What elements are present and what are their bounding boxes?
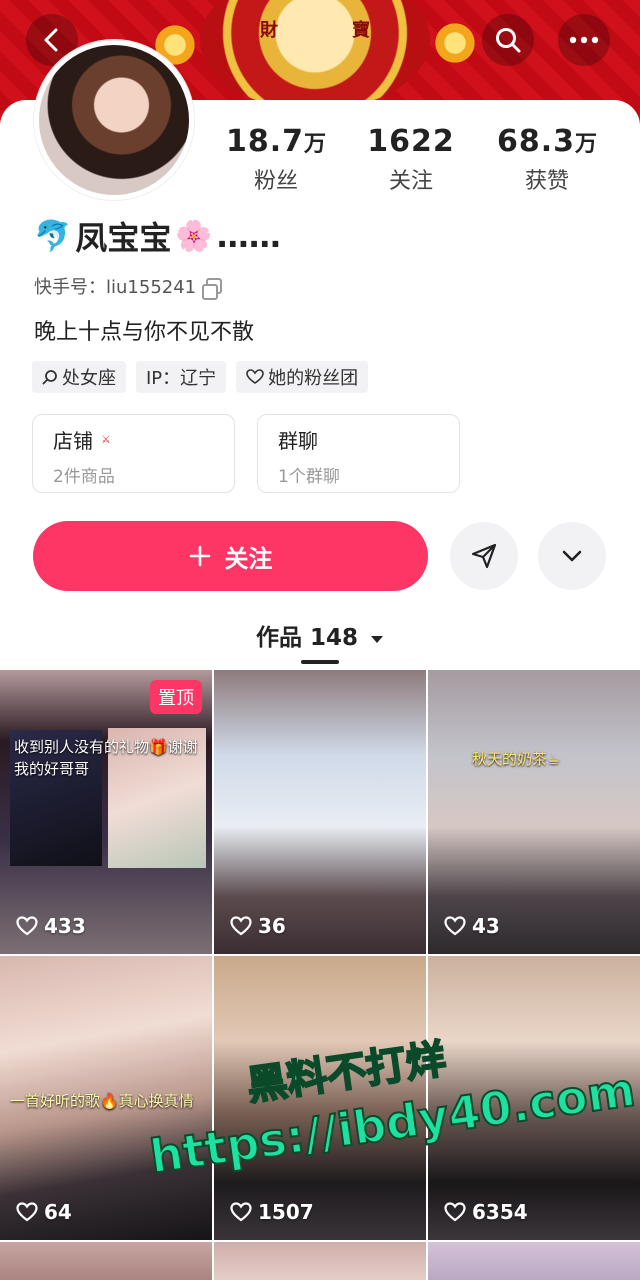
search-icon xyxy=(496,28,521,53)
tag-fan-club[interactable]: 她的粉丝团 xyxy=(236,361,369,393)
shop-mark-icon: ⚔ xyxy=(101,433,111,446)
like-count: 433 xyxy=(16,914,86,938)
heart-icon xyxy=(16,1202,38,1222)
video-thumbnail[interactable] xyxy=(0,1242,212,1280)
follow-label: 关注 xyxy=(224,544,273,573)
video-thumbnail[interactable]: 36 xyxy=(214,670,426,954)
like-count: 36 xyxy=(230,914,286,938)
like-count: 1507 xyxy=(230,1200,314,1224)
stat-label: 获赞 xyxy=(524,169,569,194)
share-button[interactable] xyxy=(450,522,518,590)
video-caption: 秋天的奶茶☕ xyxy=(472,750,561,768)
stat-value: 1622 xyxy=(367,124,455,159)
heart-icon xyxy=(230,916,252,936)
like-count: 64 xyxy=(16,1200,72,1224)
card-title: 群聊 xyxy=(278,429,318,453)
more-dots-icon xyxy=(569,36,599,44)
like-count-value: 36 xyxy=(258,914,286,938)
tab-indicator xyxy=(301,660,339,664)
like-count-value: 6354 xyxy=(472,1200,528,1224)
chevron-left-icon xyxy=(44,28,58,52)
expand-button[interactable] xyxy=(538,522,606,590)
tag-zodiac: 处女座 xyxy=(32,361,126,393)
heart-icon xyxy=(16,916,38,936)
user-id: 快手号：liu155241 xyxy=(34,277,197,298)
flower-icon: 🌸 xyxy=(175,218,213,254)
video-thumbnail[interactable]: 置顶 收到别人没有的礼物🎁谢谢 我的好哥哥 433 xyxy=(0,670,212,954)
video-caption: 收到别人没有的礼物🎁谢谢 xyxy=(14,738,198,756)
like-count-value: 43 xyxy=(472,914,500,938)
send-icon xyxy=(471,543,497,569)
pinned-badge: 置顶 xyxy=(150,680,202,714)
tag-label: 处女座 xyxy=(62,368,116,389)
profile-tags: 处女座 IP：辽宁 她的粉丝团 xyxy=(32,361,369,393)
banner-char-right: 寶 xyxy=(352,20,370,41)
works-tab-label: 作品 148 xyxy=(255,625,358,651)
stat-likes[interactable]: 68.3万 获赞 xyxy=(487,124,607,195)
heart-icon xyxy=(230,1202,252,1222)
profile-name: 凤宝宝 xyxy=(75,219,172,257)
more-button[interactable] xyxy=(558,14,610,66)
like-count: 43 xyxy=(444,914,500,938)
copy-icon[interactable] xyxy=(202,278,223,300)
like-count-value: 1507 xyxy=(258,1200,314,1224)
profile-bio: 晚上十点与你不见不散 xyxy=(34,320,255,345)
banner-flower xyxy=(430,18,480,68)
stat-following[interactable]: 1622 关注 xyxy=(351,124,471,195)
search-button[interactable] xyxy=(482,14,534,66)
banner-medallion: 財 寶 xyxy=(200,0,430,110)
tag-ip: IP：辽宁 xyxy=(136,361,227,393)
dolphin-icon: 🐬 xyxy=(34,218,72,254)
like-count-value: 64 xyxy=(44,1200,72,1224)
profile-cards: 店铺 ⚔ 2件商品 群聊 1个群聊 xyxy=(32,414,460,493)
like-count-value: 433 xyxy=(44,914,86,938)
video-thumbnail[interactable]: 秋天的奶茶☕ 43 xyxy=(428,670,640,954)
stat-value: 18.7 xyxy=(225,124,304,159)
card-subtitle: 1个群聊 xyxy=(278,467,340,487)
stat-unit: 万 xyxy=(304,132,327,157)
stat-label: 关注 xyxy=(388,169,433,194)
user-id-row: 快手号：liu155241 xyxy=(34,273,223,300)
caret-down-icon xyxy=(371,636,384,643)
video-thumbnail[interactable] xyxy=(428,1242,640,1280)
card-subtitle: 2件商品 xyxy=(53,467,115,487)
avatar[interactable] xyxy=(34,40,194,200)
profile-name-suffix: …… xyxy=(216,217,281,255)
video-thumbnail[interactable] xyxy=(214,1242,426,1280)
like-count: 6354 xyxy=(444,1200,528,1224)
video-caption: 一首好听的歌🔥真心换真情 xyxy=(10,1092,194,1110)
tag-label: IP：辽宁 xyxy=(146,368,217,389)
chevron-down-icon xyxy=(562,550,582,562)
heart-icon xyxy=(444,916,466,936)
follow-button[interactable]: 关注 xyxy=(33,521,428,591)
stat-fans[interactable]: 18.7万 粉丝 xyxy=(216,124,336,195)
heart-icon xyxy=(246,369,264,384)
stat-value: 68.3 xyxy=(496,124,575,159)
stat-unit: 万 xyxy=(575,132,598,157)
video-caption: 我的好哥哥 xyxy=(14,760,90,778)
video-grid: 置顶 收到别人没有的礼物🎁谢谢 我的好哥哥 433 36 秋天的奶茶☕ 43 一… xyxy=(0,670,640,1280)
plus-icon xyxy=(189,545,210,567)
banner-char-left: 財 xyxy=(260,20,278,41)
card-title: 店铺 xyxy=(53,429,93,453)
heart-icon xyxy=(444,1202,466,1222)
group-chat-card[interactable]: 群聊 1个群聊 xyxy=(257,414,460,493)
tag-label: 她的粉丝团 xyxy=(268,368,359,389)
shop-card[interactable]: 店铺 ⚔ 2件商品 xyxy=(32,414,235,493)
search-icon xyxy=(42,370,57,385)
tab-works[interactable]: 作品 148 xyxy=(0,618,640,652)
stat-label: 粉丝 xyxy=(253,169,298,194)
profile-name-row: 🐬 凤宝宝 🌸 …… xyxy=(34,214,281,258)
video-thumbnail[interactable]: 一首好听的歌🔥真心换真情 64 xyxy=(0,956,212,1240)
